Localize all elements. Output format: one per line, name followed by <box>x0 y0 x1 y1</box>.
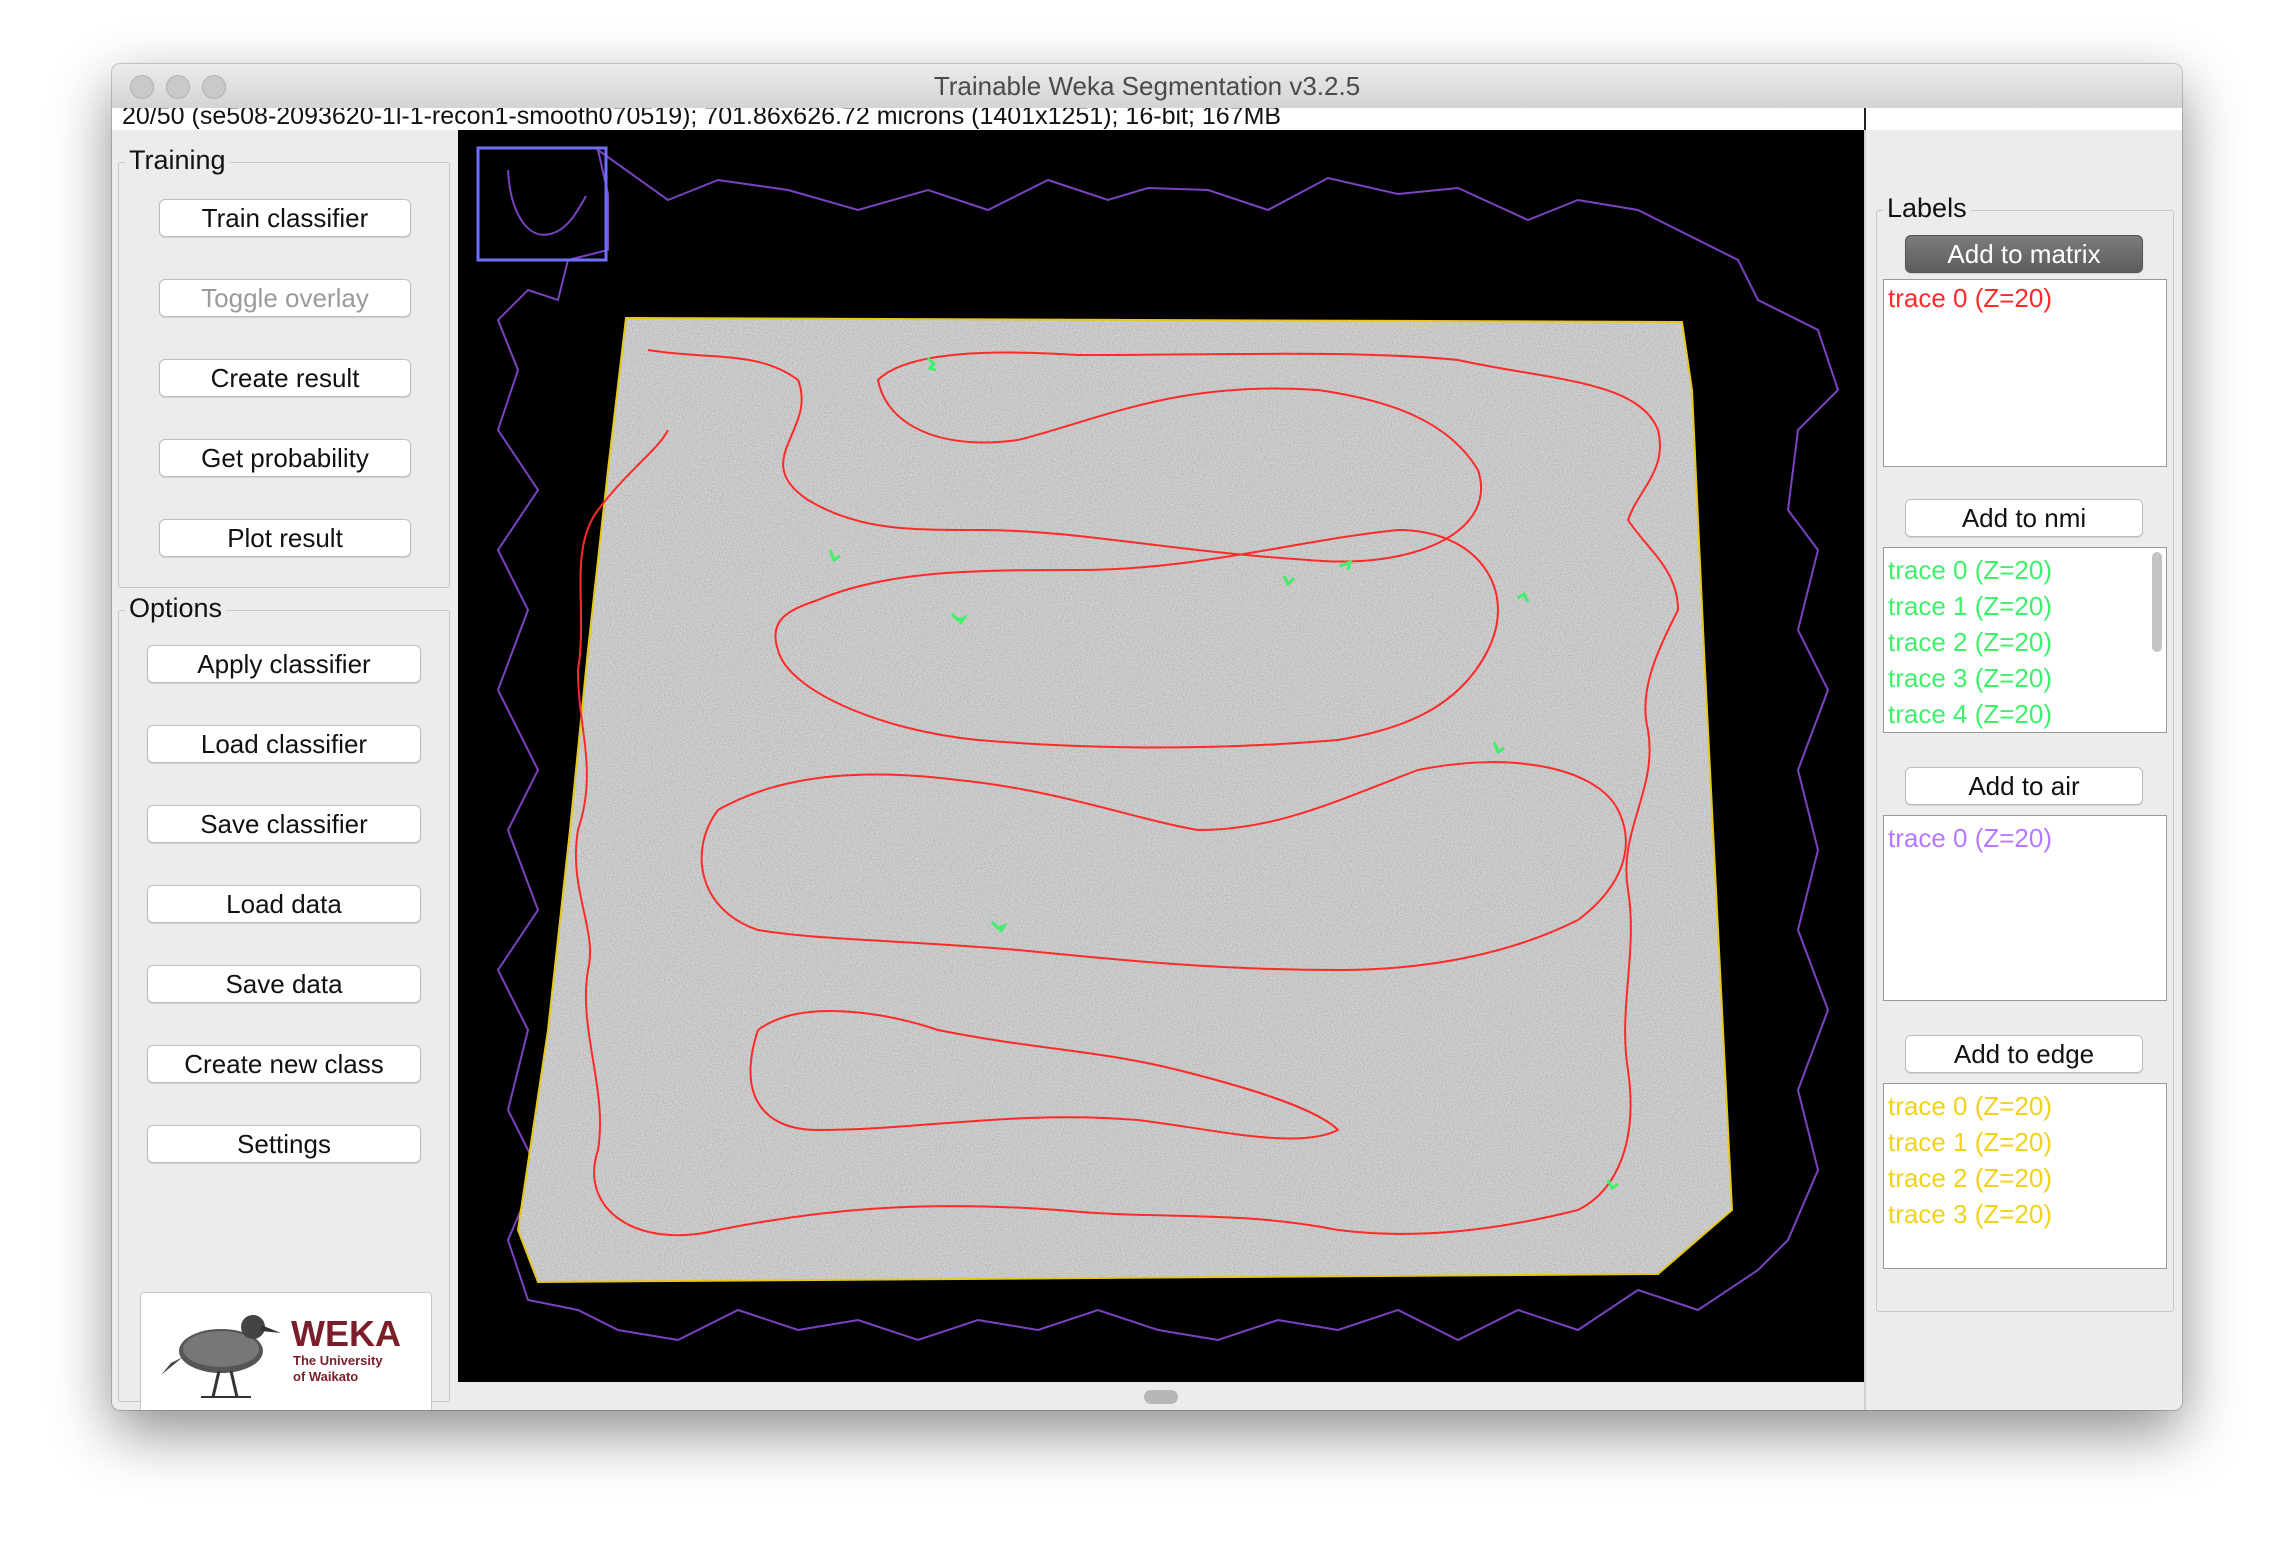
training-group: Training Train classifier Toggle overlay… <box>118 145 450 588</box>
toggle-overlay-button[interactable]: Toggle overlay <box>159 279 411 317</box>
list-item[interactable]: trace 1 (Z=20) <box>1884 1124 2166 1160</box>
training-group-title: Training <box>125 145 230 176</box>
zoom-indicator[interactable] <box>476 146 608 262</box>
plot-result-button[interactable]: Plot result <box>159 519 411 557</box>
nmi-list-scrollbar-thumb[interactable] <box>2152 552 2162 652</box>
edge-trace-list[interactable]: trace 0 (Z=20) trace 1 (Z=20) trace 2 (Z… <box>1883 1083 2167 1269</box>
list-item[interactable]: trace 4 (Z=20) <box>1884 696 2166 732</box>
train-classifier-button[interactable]: Train classifier <box>159 199 411 237</box>
weka-logo: WEKA The University of Waikato <box>140 1292 432 1410</box>
add-to-matrix-button[interactable]: Add to matrix <box>1905 235 2143 273</box>
weka-logo-subtitle-1: The University <box>293 1353 383 1368</box>
left-panel: Training Train classifier Toggle overlay… <box>112 130 456 1410</box>
app-window: Trainable Weka Segmentation v3.2.5 20/50… <box>112 64 2182 1410</box>
add-to-nmi-button[interactable]: Add to nmi <box>1905 499 2143 537</box>
weka-logo-subtitle-2: of Waikato <box>293 1369 359 1384</box>
list-item[interactable]: trace 3 (Z=20) <box>1884 660 2166 696</box>
segmentation-image[interactable] <box>458 130 1864 1382</box>
list-item[interactable]: trace 1 (Z=20) <box>1884 588 2166 624</box>
matrix-trace-list[interactable]: trace 0 (Z=20) <box>1883 279 2167 467</box>
image-info-bar: 20/50 (se508-2093620-1l-1-recon1-smooth0… <box>112 108 1864 130</box>
image-canvas[interactable] <box>458 130 1864 1382</box>
create-result-button[interactable]: Create result <box>159 359 411 397</box>
list-item[interactable]: trace 0 (Z=20) <box>1884 280 2166 316</box>
nmi-list-scrollbar[interactable] <box>2150 552 2164 652</box>
apply-classifier-button[interactable]: Apply classifier <box>147 645 421 683</box>
list-item[interactable]: trace 2 (Z=20) <box>1884 1160 2166 1196</box>
list-item[interactable]: trace 0 (Z=20) <box>1884 552 2166 588</box>
load-data-button[interactable]: Load data <box>147 885 421 923</box>
list-item[interactable]: trace 0 (Z=20) <box>1884 1088 2166 1124</box>
nmi-trace-list[interactable]: trace 0 (Z=20) trace 1 (Z=20) trace 2 (Z… <box>1883 547 2167 733</box>
title-bar[interactable]: Trainable Weka Segmentation v3.2.5 <box>112 64 2182 108</box>
list-item[interactable]: trace 2 (Z=20) <box>1884 624 2166 660</box>
air-trace-list[interactable]: trace 0 (Z=20) <box>1883 815 2167 1001</box>
labels-group-title: Labels <box>1883 193 1971 224</box>
create-new-class-button[interactable]: Create new class <box>147 1045 421 1083</box>
options-group-title: Options <box>125 593 227 624</box>
save-classifier-button[interactable]: Save classifier <box>147 805 421 843</box>
list-item[interactable]: trace 3 (Z=20) <box>1884 1196 2166 1232</box>
list-item[interactable]: trace 0 (Z=20) <box>1884 816 2166 856</box>
get-probability-button[interactable]: Get probability <box>159 439 411 477</box>
right-panel: Labels Add to matrix trace 0 (Z=20) Add … <box>1864 130 2182 1410</box>
labels-group: Labels Add to matrix trace 0 (Z=20) Add … <box>1876 193 2174 1312</box>
zoom-preview-trace <box>507 169 587 236</box>
options-group: Options Apply classifier Load classifier… <box>118 593 450 1402</box>
weka-logo-name: WEKA <box>291 1313 401 1354</box>
info-bar-right <box>1864 108 2182 130</box>
image-info-text: 20/50 (se508-2093620-1l-1-recon1-smooth0… <box>122 108 1282 130</box>
settings-button[interactable]: Settings <box>147 1125 421 1163</box>
slice-scrollbar-thumb[interactable] <box>1144 1390 1178 1404</box>
canvas-scroll-strip <box>458 1382 1864 1410</box>
window-title: Trainable Weka Segmentation v3.2.5 <box>933 71 1361 101</box>
add-to-edge-button[interactable]: Add to edge <box>1905 1035 2143 1073</box>
add-to-air-button[interactable]: Add to air <box>1905 767 2143 805</box>
load-classifier-button[interactable]: Load classifier <box>147 725 421 763</box>
save-data-button[interactable]: Save data <box>147 965 421 1003</box>
